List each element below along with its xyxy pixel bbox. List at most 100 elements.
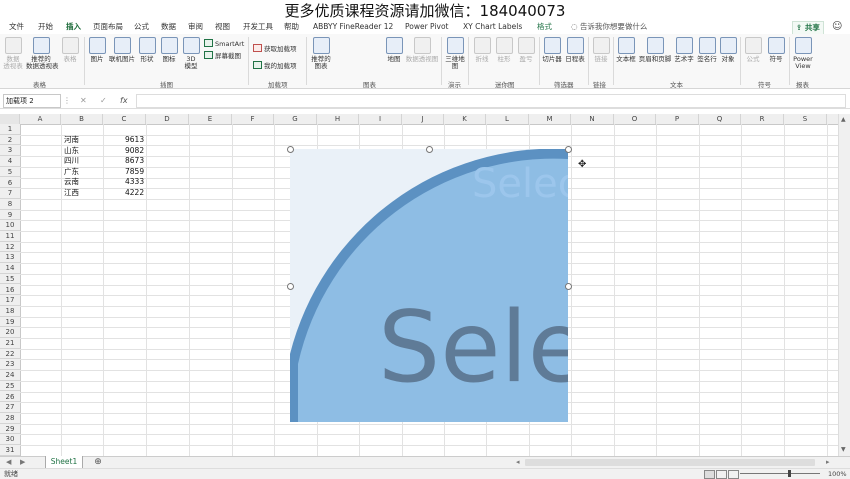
tab-help[interactable]: 帮助 xyxy=(284,20,299,34)
column-header[interactable]: N xyxy=(571,114,614,124)
row-header[interactable]: 24 xyxy=(0,370,20,381)
recommended-pivot-button[interactable]: 推荐的 数据透视表 xyxy=(26,37,59,70)
row-header[interactable]: 11 xyxy=(0,231,20,242)
row-header[interactable]: 5 xyxy=(0,167,20,178)
timeline-button[interactable]: 日程表 xyxy=(564,37,586,63)
cell-province[interactable]: 江西 xyxy=(64,188,79,198)
row-header[interactable]: 25 xyxy=(0,381,20,392)
resize-handle[interactable] xyxy=(565,146,572,153)
row-header[interactable]: 10 xyxy=(0,220,20,231)
equation-button[interactable]: 公式 xyxy=(743,37,763,63)
share-button[interactable]: ⇪ 共享 xyxy=(792,21,824,35)
formula-input[interactable] xyxy=(136,94,846,108)
insert-function-icon[interactable]: fx xyxy=(120,94,128,107)
tab-power-pivot[interactable]: Power Pivot xyxy=(405,20,448,34)
row-header[interactable]: 12 xyxy=(0,242,20,253)
next-sheet-icon[interactable]: ▶ xyxy=(20,457,25,468)
resize-handle[interactable] xyxy=(287,146,294,153)
row-header[interactable]: 23 xyxy=(0,359,20,371)
tab-formulas[interactable]: 公式 xyxy=(134,20,149,34)
scroll-down-icon[interactable]: ▼ xyxy=(841,446,846,453)
resize-handle[interactable] xyxy=(565,283,572,290)
online-pictures-button[interactable]: 联机图片 xyxy=(108,37,136,63)
tab-abbyy[interactable]: ABBYY FineReader 12 xyxy=(313,20,393,34)
column-header[interactable]: S xyxy=(784,114,827,124)
column-header[interactable]: E xyxy=(189,114,232,124)
zoom-slider-knob[interactable] xyxy=(788,470,791,477)
pasted-picture[interactable]: Selec Sele xyxy=(290,149,568,422)
cancel-icon[interactable]: ✕ xyxy=(80,94,87,107)
sparkline-column-button[interactable]: 柱形 xyxy=(494,37,514,63)
column-header[interactable]: I xyxy=(359,114,402,124)
recommended-charts-button[interactable]: 推荐的 图表 xyxy=(309,37,333,70)
cell-province[interactable]: 云南 xyxy=(64,177,79,187)
pivot-table-button[interactable]: 数据 透视表 xyxy=(3,37,23,70)
cell-value[interactable]: 4222 xyxy=(125,188,144,198)
add-sheet-icon[interactable]: ⊕ xyxy=(92,457,104,468)
row-header[interactable]: 29 xyxy=(0,424,20,435)
column-header[interactable]: F xyxy=(232,114,274,124)
row-header[interactable]: 31 xyxy=(0,445,20,456)
row-header[interactable]: 7 xyxy=(0,188,20,199)
slicer-button[interactable]: 切片器 xyxy=(541,37,563,63)
row-header[interactable]: 27 xyxy=(0,402,20,413)
3d-models-button[interactable]: 3D 模型 xyxy=(181,37,201,70)
cell-province[interactable]: 广东 xyxy=(64,167,79,177)
row-header[interactable]: 9 xyxy=(0,210,20,221)
screenshot-button[interactable]: 屏幕截图 xyxy=(204,51,241,60)
cell-value[interactable]: 4333 xyxy=(125,177,144,187)
link-button[interactable]: 链接 xyxy=(591,37,611,63)
horizontal-scrollbar[interactable] xyxy=(525,459,815,466)
wordart-button[interactable]: 艺术字 xyxy=(673,37,695,63)
cell-value[interactable]: 8673 xyxy=(125,156,144,166)
row-header[interactable]: 3 xyxy=(0,145,20,157)
row-header[interactable]: 22 xyxy=(0,349,20,360)
scroll-up-icon[interactable]: ▲ xyxy=(841,116,846,123)
column-header[interactable]: Q xyxy=(699,114,741,124)
column-header[interactable]: G xyxy=(274,114,317,124)
cell-province[interactable]: 四川 xyxy=(64,156,79,166)
scroll-left-icon[interactable]: ◂ xyxy=(516,457,520,468)
tab-developer[interactable]: 开发工具 xyxy=(243,20,273,34)
tab-file[interactable]: 文件 xyxy=(9,20,24,34)
feedback-smiley-icon[interactable]: ☺ xyxy=(832,21,842,32)
select-all-corner[interactable] xyxy=(0,114,20,124)
power-view-button[interactable]: Power View xyxy=(791,37,815,70)
column-header[interactable]: O xyxy=(614,114,656,124)
tab-data[interactable]: 数据 xyxy=(161,20,176,34)
tell-me-search[interactable]: ◌ 告诉我你想要做什么 xyxy=(571,20,647,34)
signature-line-button[interactable]: 签名行 xyxy=(696,37,718,63)
my-addins-button[interactable]: 我的加载项 xyxy=(253,61,297,70)
row-header[interactable]: 16 xyxy=(0,285,20,296)
column-header[interactable]: L xyxy=(486,114,529,124)
pictures-button[interactable]: 图片 xyxy=(87,37,107,63)
row-header[interactable]: 30 xyxy=(0,434,20,445)
row-header[interactable]: 15 xyxy=(0,274,20,285)
row-header[interactable]: 8 xyxy=(0,199,20,210)
confirm-icon[interactable]: ✓ xyxy=(100,94,107,107)
scroll-right-icon[interactable]: ▸ xyxy=(826,457,830,468)
resize-handle[interactable] xyxy=(287,283,294,290)
tab-format[interactable]: 格式 xyxy=(537,20,552,34)
column-header[interactable]: D xyxy=(146,114,189,124)
cell-province[interactable]: 河南 xyxy=(64,135,79,145)
column-header[interactable]: R xyxy=(741,114,784,124)
smartart-button[interactable]: SmartArt xyxy=(204,39,244,48)
get-addins-button[interactable]: 获取加载项 xyxy=(253,44,297,53)
column-header[interactable]: A xyxy=(20,114,61,124)
row-header[interactable]: 17 xyxy=(0,295,20,306)
row-header[interactable]: 6 xyxy=(0,178,20,189)
row-header[interactable]: 19 xyxy=(0,317,20,328)
header-footer-button[interactable]: 页眉和页脚 xyxy=(638,37,672,63)
column-header[interactable]: P xyxy=(656,114,699,124)
column-header[interactable]: B xyxy=(61,114,103,124)
tab-review[interactable]: 审阅 xyxy=(188,20,203,34)
table-button[interactable]: 表格 xyxy=(60,37,80,63)
text-box-button[interactable]: 文本框 xyxy=(615,37,637,63)
resize-handle[interactable] xyxy=(426,146,433,153)
vertical-scrollbar[interactable]: ▲ ▼ xyxy=(838,114,850,456)
pivot-chart-button[interactable]: 数据透视图 xyxy=(404,37,440,63)
row-header[interactable]: 14 xyxy=(0,263,20,274)
maps-button[interactable]: 地图 xyxy=(385,37,403,63)
tab-xy-chart-labels[interactable]: XY Chart Labels xyxy=(463,20,522,34)
